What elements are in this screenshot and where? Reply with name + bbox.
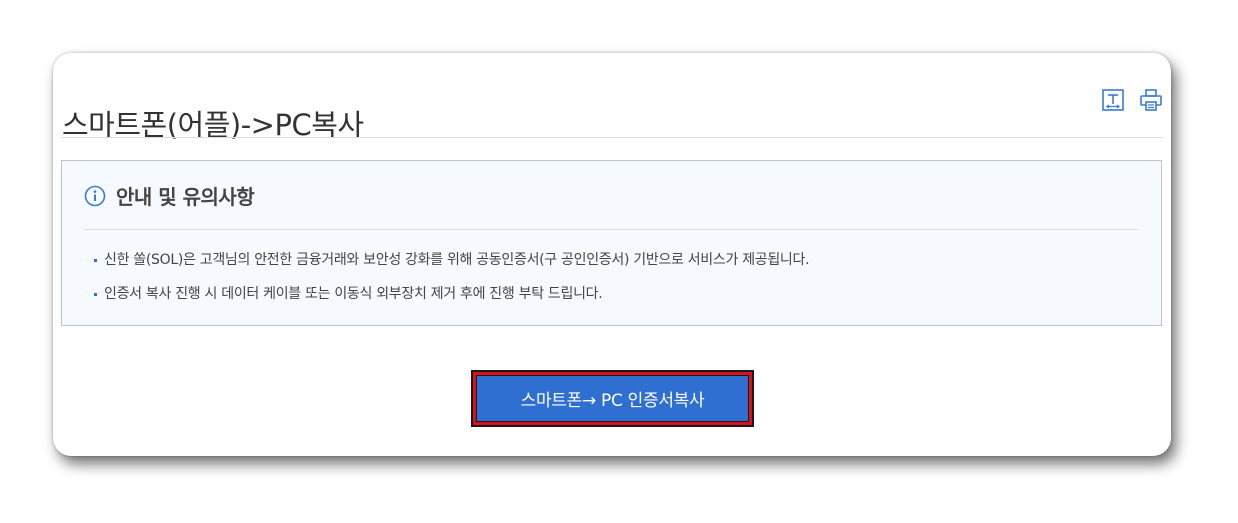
info-circle-icon <box>84 185 106 206</box>
notice-divider <box>84 229 1138 230</box>
bullet-icon <box>94 259 97 262</box>
notice-title: 안내 및 유의사항 <box>116 185 255 209</box>
copy-button-highlight: 스마트폰→ PC 인증서복사 <box>471 370 754 427</box>
notice-item-text: 인증서 복사 진행 시 데이터 케이블 또는 이동식 외부장치 제거 후에 진행… <box>104 286 603 302</box>
notice-box: 안내 및 유의사항 신한 쏠(SOL)은 고객님의 안전한 금융거래와 보안성 … <box>61 160 1162 326</box>
notice-item-ssl-service: 신한 쏠(SOL)은 고객님의 안전한 금융거래와 보안성 강화를 위해 공동인… <box>94 250 810 270</box>
notice-item-text: 신한 쏠(SOL)은 고객님의 안전한 금융거래와 보안성 강화를 위해 공동인… <box>104 252 810 268</box>
notice-item-remove-device: 인증서 복사 진행 시 데이터 케이블 또는 이동식 외부장치 제거 후에 진행… <box>94 284 809 304</box>
print-icon[interactable] <box>1139 88 1163 112</box>
page-title: 스마트폰(어플)->PC복사 <box>62 108 364 143</box>
notice-header: 안내 및 유의사항 <box>84 181 255 210</box>
copy-certificate-panel: 스마트폰(어플)->PC복사 안내 및 유의사항 신한 쏠(SOL)은 고객님의… <box>53 53 1171 456</box>
title-divider <box>61 137 1163 138</box>
text-size-icon[interactable] <box>1101 88 1125 112</box>
page-tools <box>1101 88 1163 112</box>
copy-certificate-button[interactable]: 스마트폰→ PC 인증서복사 <box>476 375 749 422</box>
notice-list: 신한 쏠(SOL)은 고객님의 안전한 금융거래와 보안성 강화를 위해 공동인… <box>94 250 810 318</box>
bullet-icon <box>94 293 97 296</box>
